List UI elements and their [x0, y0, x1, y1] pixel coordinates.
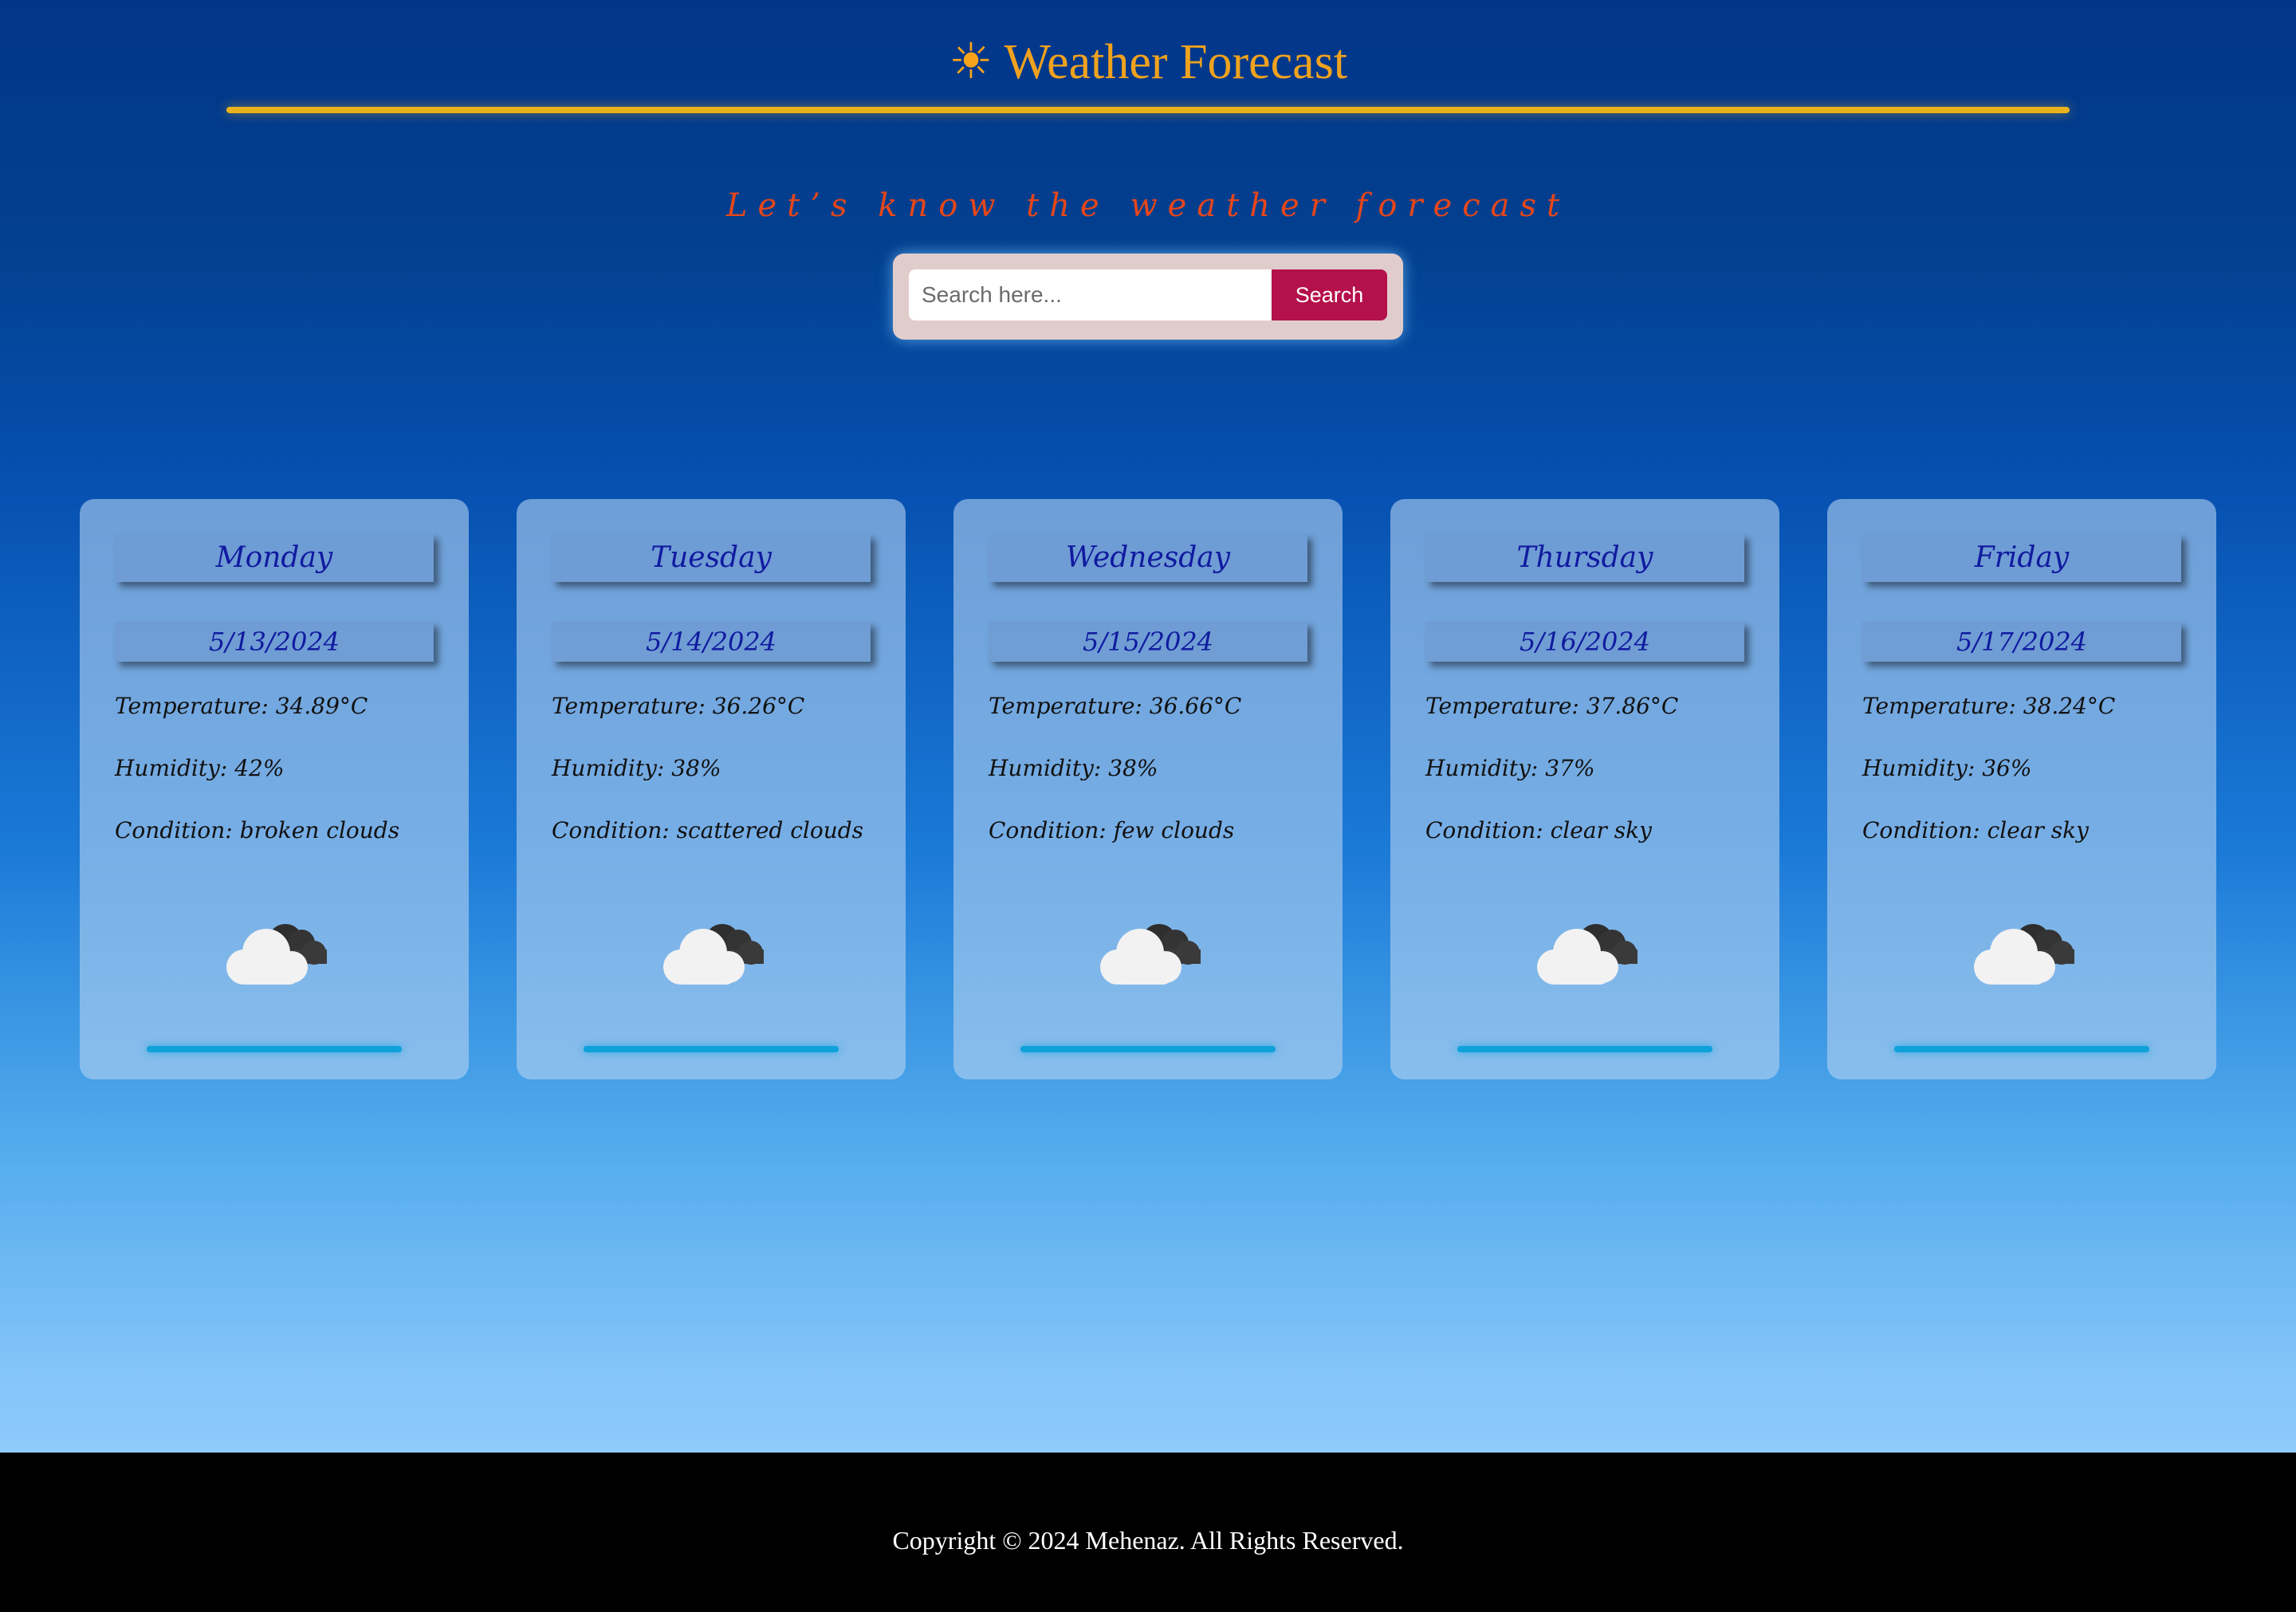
page-header: ☀ Weather Forecast [0, 0, 2296, 120]
card-condition: Condition: broken clouds [115, 817, 400, 843]
card-temperature: Temperature: 36.66°C [989, 693, 1242, 719]
card-humidity: Humidity: 38% [989, 755, 1158, 781]
tagline: Let’s know the weather forecast [725, 187, 1571, 224]
card-temperature: Temperature: 36.26°C [552, 693, 805, 719]
card-date: 5/15/2024 [989, 622, 1307, 662]
card-condition: Condition: clear sky [1425, 817, 1652, 843]
card-date: 5/13/2024 [115, 622, 434, 662]
page-footer: Copyright © 2024 Mehenaz. All Rights Res… [0, 1453, 2296, 1612]
card-humidity: Humidity: 37% [1425, 755, 1595, 781]
card-day: Friday [1862, 534, 2181, 582]
card-temperature: Temperature: 37.86°C [1425, 693, 1679, 719]
page-title-text: Weather Forecast [1004, 35, 1348, 89]
card-accent-bar [584, 1046, 839, 1052]
card-temperature: Temperature: 38.24°C [1862, 693, 2116, 719]
sun-icon: ☀ [948, 35, 993, 89]
card-accent-bar [147, 1046, 402, 1052]
card-humidity: Humidity: 38% [552, 755, 721, 781]
cloud-icon [1537, 924, 1637, 985]
forecast-card-monday: Monday 5/13/2024 Temperature: 34.89°C Hu… [80, 499, 469, 1079]
card-accent-bar [1020, 1046, 1276, 1052]
card-humidity: Humidity: 36% [1862, 755, 2032, 781]
card-condition: Condition: clear sky [1862, 817, 2089, 843]
search-form: Search [893, 254, 1403, 340]
cloud-icon [663, 924, 764, 985]
cloud-icon [1974, 924, 2074, 985]
card-day: Thursday [1425, 534, 1744, 582]
card-day: Tuesday [552, 534, 871, 582]
forecast-card-thursday: Thursday 5/16/2024 Temperature: 37.86°C … [1390, 499, 1779, 1079]
cloud-icon [1100, 924, 1201, 985]
card-accent-bar [1457, 1046, 1712, 1052]
forecast-cards: Monday 5/13/2024 Temperature: 34.89°C Hu… [0, 499, 2296, 1079]
card-accent-bar [1894, 1046, 2149, 1052]
card-date: 5/17/2024 [1862, 622, 2181, 662]
cloud-icon [226, 924, 327, 985]
card-date: 5/16/2024 [1425, 622, 1744, 662]
forecast-card-tuesday: Tuesday 5/14/2024 Temperature: 36.26°C H… [517, 499, 906, 1079]
card-condition: Condition: few clouds [989, 817, 1235, 843]
card-temperature: Temperature: 34.89°C [115, 693, 368, 719]
card-date: 5/14/2024 [552, 622, 871, 662]
page-title: ☀ Weather Forecast [0, 30, 2296, 94]
forecast-card-wednesday: Wednesday 5/15/2024 Temperature: 36.66°C… [953, 499, 1343, 1079]
title-underline [226, 107, 2070, 113]
card-day: Wednesday [989, 534, 1307, 582]
search-button[interactable]: Search [1272, 269, 1387, 320]
card-humidity: Humidity: 42% [115, 755, 285, 781]
copyright-text: Copyright © 2024 Mehenaz. All Rights Res… [892, 1526, 1404, 1555]
card-condition: Condition: scattered clouds [552, 817, 864, 843]
card-day: Monday [115, 534, 434, 582]
forecast-card-friday: Friday 5/17/2024 Temperature: 38.24°C Hu… [1827, 499, 2216, 1079]
search-input[interactable] [909, 269, 1272, 320]
